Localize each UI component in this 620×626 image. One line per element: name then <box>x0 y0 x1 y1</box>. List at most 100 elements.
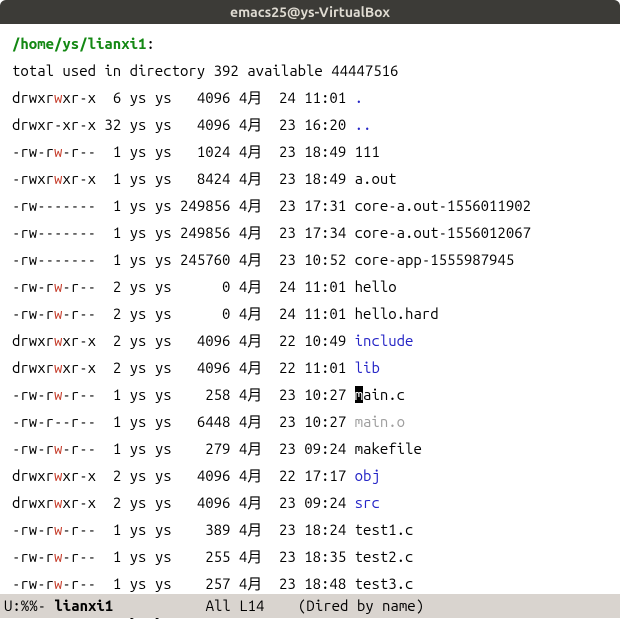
dired-buffer[interactable]: /home/ys/lianxi1: total used in director… <box>0 24 620 600</box>
perm: drwxr <box>12 467 54 484</box>
file-name[interactable]: a.out <box>355 170 397 187</box>
perm: drwxr <box>12 359 54 376</box>
file-name[interactable]: core-app-1555987945 <box>355 251 515 268</box>
file-name[interactable]: lib <box>355 359 380 376</box>
file-name[interactable]: ain.c <box>363 386 405 403</box>
window-title: emacs25@ys-VirtualBox <box>230 4 390 20</box>
file-meta: 1 ys ys 249856 4月 23 17:34 <box>96 224 355 241</box>
file-name[interactable]: test1.c <box>355 521 414 538</box>
modeline-buffer-name: lianxi1 <box>54 597 113 614</box>
perm: -r-- <box>62 548 96 565</box>
file-name[interactable]: obj <box>355 467 380 484</box>
dired-row[interactable]: drwxrwxr-x 6 ys ys 4096 4月 24 11:01 . <box>12 84 620 111</box>
file-name[interactable]: makefile <box>355 440 422 457</box>
file-meta: 2 ys ys 0 4月 24 11:01 <box>96 278 355 295</box>
file-meta: 1 ys ys 8424 4月 23 18:49 <box>96 170 355 187</box>
perm: -r-- <box>62 521 96 538</box>
file-meta: 1 ys ys 245760 4月 23 10:52 <box>96 251 355 268</box>
perm: xr-x <box>62 467 96 484</box>
file-name[interactable]: .. <box>355 116 372 133</box>
dired-row[interactable]: -rw-rw-r-- 1 ys ys 279 4月 23 09:24 makef… <box>12 435 620 462</box>
modeline-status: All L14 (Dired by name) <box>113 597 424 614</box>
perm: -rwxr <box>12 170 54 187</box>
perm: -r-- <box>62 305 96 322</box>
dired-row[interactable]: -rw-rw-r-- 2 ys ys 0 4月 24 11:01 hello.h… <box>12 300 620 327</box>
dired-row[interactable]: -rw-rw-r-- 1 ys ys 257 4月 23 18:48 test3… <box>12 570 620 597</box>
dired-row[interactable]: -rw-rw-r-- 1 ys ys 258 4月 23 10:27 main.… <box>12 381 620 408</box>
dired-row[interactable]: -rw-rw-r-- 1 ys ys 389 4月 23 18:24 test1… <box>12 516 620 543</box>
file-meta: 1 ys ys 258 4月 23 10:27 <box>96 386 355 403</box>
dired-path-line: /home/ys/lianxi1: <box>12 30 620 57</box>
perm: drwxr <box>12 89 54 106</box>
file-meta: 32 ys ys 4096 4月 23 16:20 <box>96 116 355 133</box>
perm: xr-x <box>62 359 96 376</box>
perm: -r-- <box>62 386 96 403</box>
perm: -rw-r--r-- <box>12 413 96 430</box>
dired-row[interactable]: drwxrwxr-x 2 ys ys 4096 4月 22 17:17 obj <box>12 462 620 489</box>
perm: drwxr-xr-x <box>12 116 96 133</box>
perm: xr-x <box>62 494 96 511</box>
perm: -r-- <box>62 575 96 592</box>
perm: drwxr <box>12 332 54 349</box>
dired-row[interactable]: -rw-rw-r-- 1 ys ys 255 4月 23 18:35 test2… <box>12 543 620 570</box>
dired-row[interactable]: -rw------- 1 ys ys 249856 4月 23 17:34 co… <box>12 219 620 246</box>
dired-row[interactable]: -rwxrwxr-x 1 ys ys 8424 4月 23 18:49 a.ou… <box>12 165 620 192</box>
perm: -r-- <box>62 278 96 295</box>
perm: -rw-r <box>12 143 54 160</box>
file-meta: 6 ys ys 4096 4月 24 11:01 <box>96 89 355 106</box>
file-meta: 2 ys ys 4096 4月 22 11:01 <box>96 359 355 376</box>
file-meta: 2 ys ys 4096 4月 22 17:17 <box>96 467 355 484</box>
perm: -r-- <box>62 440 96 457</box>
file-meta: 1 ys ys 257 4月 23 18:48 <box>96 575 355 592</box>
file-meta: 1 ys ys 1024 4月 23 18:49 <box>96 143 355 160</box>
perm: -rw-r <box>12 575 54 592</box>
perm: xr-x <box>62 332 96 349</box>
file-name[interactable]: test3.c <box>355 575 414 592</box>
file-name[interactable]: test2.c <box>355 548 414 565</box>
file-meta: 1 ys ys 249856 4月 23 17:31 <box>96 197 355 214</box>
dired-row[interactable]: -rw-rw-r-- 1 ys ys 1024 4月 23 18:49 111 <box>12 138 620 165</box>
perm: -rw------- <box>12 251 96 268</box>
perm: -rw-r <box>12 521 54 538</box>
file-name[interactable]: src <box>355 494 380 511</box>
file-name[interactable]: 111 <box>355 143 380 160</box>
dired-row[interactable]: drwxr-xr-x 32 ys ys 4096 4月 23 16:20 .. <box>12 111 620 138</box>
dired-row[interactable]: drwxrwxr-x 2 ys ys 4096 4月 22 11:01 lib <box>12 354 620 381</box>
file-meta: 2 ys ys 0 4月 24 11:01 <box>96 305 355 322</box>
file-name[interactable]: main.o <box>355 413 405 430</box>
perm: -rw-r <box>12 386 54 403</box>
file-meta: 1 ys ys 6448 4月 23 10:27 <box>96 413 355 430</box>
directory-path: /home/ys/lianxi1 <box>12 35 146 52</box>
file-name[interactable]: core-a.out-1556011902 <box>355 197 531 214</box>
perm: -rw-r <box>12 278 54 295</box>
file-name[interactable]: include <box>355 332 414 349</box>
file-name[interactable]: . <box>355 89 363 106</box>
perm: -r-- <box>62 143 96 160</box>
file-meta: 1 ys ys 279 4月 23 09:24 <box>96 440 355 457</box>
modeline-left: U:%%- <box>4 597 54 614</box>
file-meta: 2 ys ys 4096 4月 22 10:49 <box>96 332 355 349</box>
file-meta: 2 ys ys 4096 4月 23 09:24 <box>96 494 355 511</box>
file-meta: 1 ys ys 255 4月 23 18:35 <box>96 548 355 565</box>
perm: -rw------- <box>12 197 96 214</box>
dired-row[interactable]: -rw-r--r-- 1 ys ys 6448 4月 23 10:27 main… <box>12 408 620 435</box>
cursor: m <box>355 386 363 403</box>
file-name[interactable]: core-a.out-1556012067 <box>355 224 531 241</box>
perm: xr-x <box>62 89 96 106</box>
dired-summary-line: total used in directory 392 available 44… <box>12 57 620 84</box>
perm: -rw-r <box>12 440 54 457</box>
dired-row[interactable]: drwxrwxr-x 2 ys ys 4096 4月 22 10:49 incl… <box>12 327 620 354</box>
perm: -rw-r <box>12 305 54 322</box>
file-name[interactable]: hello.hard <box>355 305 439 322</box>
mode-line: U:%%- lianxi1 All L14 (Dired by name) <box>0 594 620 618</box>
dired-row[interactable]: drwxrwxr-x 2 ys ys 4096 4月 23 09:24 src <box>12 489 620 516</box>
dired-row[interactable]: -rw------- 1 ys ys 249856 4月 23 17:31 co… <box>12 192 620 219</box>
file-name[interactable]: hello <box>355 278 397 295</box>
perm: xr-x <box>62 170 96 187</box>
dired-row[interactable]: -rw------- 1 ys ys 245760 4月 23 10:52 co… <box>12 246 620 273</box>
perm: -rw------- <box>12 224 96 241</box>
perm: drwxr <box>12 494 54 511</box>
dired-row[interactable]: -rw-rw-r-- 2 ys ys 0 4月 24 11:01 hello <box>12 273 620 300</box>
file-meta: 1 ys ys 389 4月 23 18:24 <box>96 521 355 538</box>
perm: -rw-r <box>12 548 54 565</box>
